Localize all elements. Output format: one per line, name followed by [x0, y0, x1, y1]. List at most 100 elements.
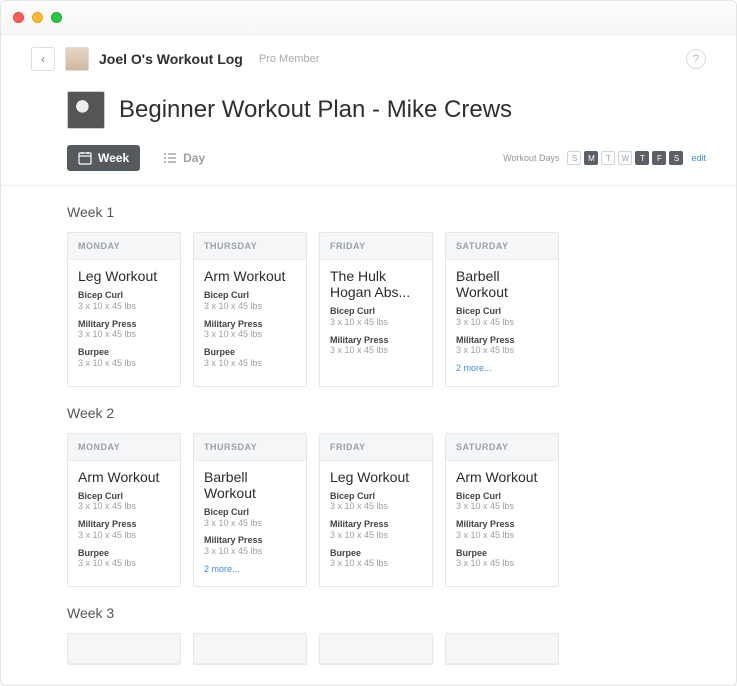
view-toolbar: Week Day Workout Days SMTWTFS edit: [1, 139, 736, 185]
exercise-name: Military Press: [330, 519, 422, 530]
exercise-item: Burpee3 x 10 x 45 lbs: [456, 548, 548, 570]
card-body: Barbell Workout Bicep Curl3 x 10 x 45 lbs…: [194, 461, 306, 584]
workout-card[interactable]: FRIDAYThe Hulk Hogan Abs...Bicep Curl3 x…: [319, 232, 433, 387]
help-button[interactable]: ?: [686, 49, 706, 69]
workout-card[interactable]: [445, 633, 559, 665]
exercise-name: Bicep Curl: [330, 491, 422, 502]
week-block: Week 1MONDAYLeg WorkoutBicep Curl3 x 10 …: [1, 186, 736, 387]
exercise-sets: 3 x 10 x 45 lbs: [456, 558, 548, 570]
day-pill-4[interactable]: T: [635, 151, 649, 165]
day-pill-3[interactable]: W: [618, 151, 632, 165]
workout-card[interactable]: FRIDAYLeg WorkoutBicep Curl3 x 10 x 45 l…: [319, 433, 433, 588]
calendar-icon: [78, 151, 92, 165]
card-day: MONDAY: [68, 233, 180, 260]
chevron-left-icon: ‹: [41, 52, 45, 66]
workout-title: Arm Workout: [204, 268, 296, 284]
view-week-label: Week: [98, 151, 129, 165]
workout-card[interactable]: THURSDAY Barbell Workout Bicep Curl3 x 10 …: [193, 433, 307, 588]
exercise-sets: 3 x 10 x 45 lbs: [330, 317, 422, 329]
window-minimize-icon[interactable]: [32, 12, 43, 23]
edit-days-link[interactable]: edit: [691, 153, 706, 163]
day-pill-6[interactable]: S: [669, 151, 683, 165]
workout-title: Barbell Workout: [204, 469, 296, 501]
week-block: Week 2MONDAYArm WorkoutBicep Curl3 x 10 …: [1, 387, 736, 588]
workout-card[interactable]: [319, 633, 433, 665]
view-day-button[interactable]: Day: [152, 145, 216, 171]
exercise-item: Military Press3 x 10 x 45 lbs: [204, 319, 296, 341]
card-body: Barbell WorkoutBicep Curl3 x 10 x 45 lbs…: [446, 260, 558, 383]
exercise-sets: 3 x 10 x 45 lbs: [78, 301, 170, 313]
workout-title: Leg Workout: [330, 469, 422, 485]
workout-card[interactable]: THURSDAY Arm Workout Bicep Curl3 x 10 x 45…: [193, 232, 307, 387]
exercise-sets: 3 x 10 x 45 lbs: [204, 301, 296, 313]
exercise-item: Military Press3 x 10 x 45 lbs: [330, 335, 422, 357]
workout-title: Arm Workout: [78, 469, 170, 485]
workout-card[interactable]: [67, 633, 181, 665]
workout-card[interactable]: MONDAYArm WorkoutBicep Curl3 x 10 x 45 l…: [67, 433, 181, 588]
view-day-label: Day: [183, 151, 205, 165]
exercise-sets: 3 x 10 x 45 lbs: [204, 518, 296, 530]
exercise-name: Military Press: [204, 535, 296, 546]
cards-row: MONDAYArm WorkoutBicep Curl3 x 10 x 45 l…: [67, 433, 706, 588]
card-day: THURSDAY: [194, 233, 306, 260]
card-body: Arm WorkoutBicep Curl3 x 10 x 45 lbsMili…: [446, 461, 558, 587]
exercise-name: Bicep Curl: [78, 290, 170, 301]
plan-header: Beginner Workout Plan - Mike Crews: [1, 77, 736, 139]
exercise-sets: 3 x 10 x 45 lbs: [78, 358, 170, 370]
exercise-name: Burpee: [330, 548, 422, 559]
exercise-item: Bicep Curl3 x 10 x 45 lbs: [330, 491, 422, 513]
exercise-sets: 3 x 10 x 45 lbs: [456, 317, 548, 329]
card-day: MONDAY: [68, 434, 180, 461]
exercise-sets: 3 x 10 x 45 lbs: [330, 345, 422, 357]
help-icon: ?: [693, 52, 700, 66]
day-pill-2[interactable]: T: [601, 151, 615, 165]
day-pill-5[interactable]: F: [652, 151, 666, 165]
user-avatar[interactable]: [65, 47, 89, 71]
day-pill-1[interactable]: M: [584, 151, 598, 165]
exercise-item: Burpee3 x 10 x 45 lbs: [78, 548, 170, 570]
workout-card[interactable]: MONDAYLeg WorkoutBicep Curl3 x 10 x 45 l…: [67, 232, 181, 387]
header-bar: ‹ Joel O's Workout Log Pro Member ?: [1, 35, 736, 77]
card-body: Arm WorkoutBicep Curl3 x 10 x 45 lbsMili…: [68, 461, 180, 587]
exercise-name: Bicep Curl: [456, 306, 548, 317]
window-close-icon[interactable]: [13, 12, 24, 23]
week-label: Week 1: [67, 204, 706, 220]
workout-card[interactable]: [193, 633, 307, 665]
workout-card[interactable]: SATURDAYArm WorkoutBicep Curl3 x 10 x 45…: [445, 433, 559, 588]
list-icon: [163, 151, 177, 165]
exercise-item: Military Press3 x 10 x 45 lbs: [78, 319, 170, 341]
exercise-name: Bicep Curl: [204, 507, 296, 518]
day-pills: SMTWTFS: [567, 151, 683, 165]
exercise-name: Military Press: [78, 519, 170, 530]
exercise-sets: 3 x 10 x 45 lbs: [330, 501, 422, 513]
card-day: THURSDAY: [194, 434, 306, 461]
exercise-name: Military Press: [456, 335, 548, 346]
exercise-item: Bicep Curl3 x 10 x 45 lbs: [456, 306, 548, 328]
window-zoom-icon[interactable]: [51, 12, 62, 23]
exercise-item: Bicep Curl3 x 10 x 45 lbs: [204, 290, 296, 312]
weeks-scroll[interactable]: Week 1MONDAYLeg WorkoutBicep Curl3 x 10 …: [1, 186, 736, 685]
exercise-sets: 3 x 10 x 45 lbs: [78, 501, 170, 513]
day-pill-0[interactable]: S: [567, 151, 581, 165]
more-link[interactable]: 2 more...: [204, 564, 296, 574]
exercise-item: Military Press3 x 10 x 45 lbs: [456, 335, 548, 357]
exercise-item: Bicep Curl3 x 10 x 45 lbs: [78, 290, 170, 312]
card-body: Leg WorkoutBicep Curl3 x 10 x 45 lbsMili…: [68, 260, 180, 386]
cards-row: [67, 633, 706, 665]
back-button[interactable]: ‹: [31, 47, 55, 71]
exercise-item: Military Press3 x 10 x 45 lbs: [330, 519, 422, 541]
exercise-sets: 3 x 10 x 45 lbs: [330, 530, 422, 542]
workout-title: Leg Workout: [78, 268, 170, 284]
view-week-button[interactable]: Week: [67, 145, 140, 171]
week-label: Week 3: [67, 605, 706, 621]
exercise-name: Burpee: [204, 347, 296, 358]
workout-card[interactable]: SATURDAYBarbell WorkoutBicep Curl3 x 10 …: [445, 232, 559, 387]
week-label: Week 2: [67, 405, 706, 421]
card-body: The Hulk Hogan Abs...Bicep Curl3 x 10 x …: [320, 260, 432, 373]
exercise-item: Military Press3 x 10 x 45 lbs: [204, 535, 296, 557]
exercise-sets: 3 x 10 x 45 lbs: [456, 345, 548, 357]
exercise-name: Burpee: [78, 548, 170, 559]
more-link[interactable]: 2 more...: [456, 363, 548, 373]
card-day: SATURDAY: [446, 233, 558, 260]
workout-title: Arm Workout: [456, 469, 548, 485]
